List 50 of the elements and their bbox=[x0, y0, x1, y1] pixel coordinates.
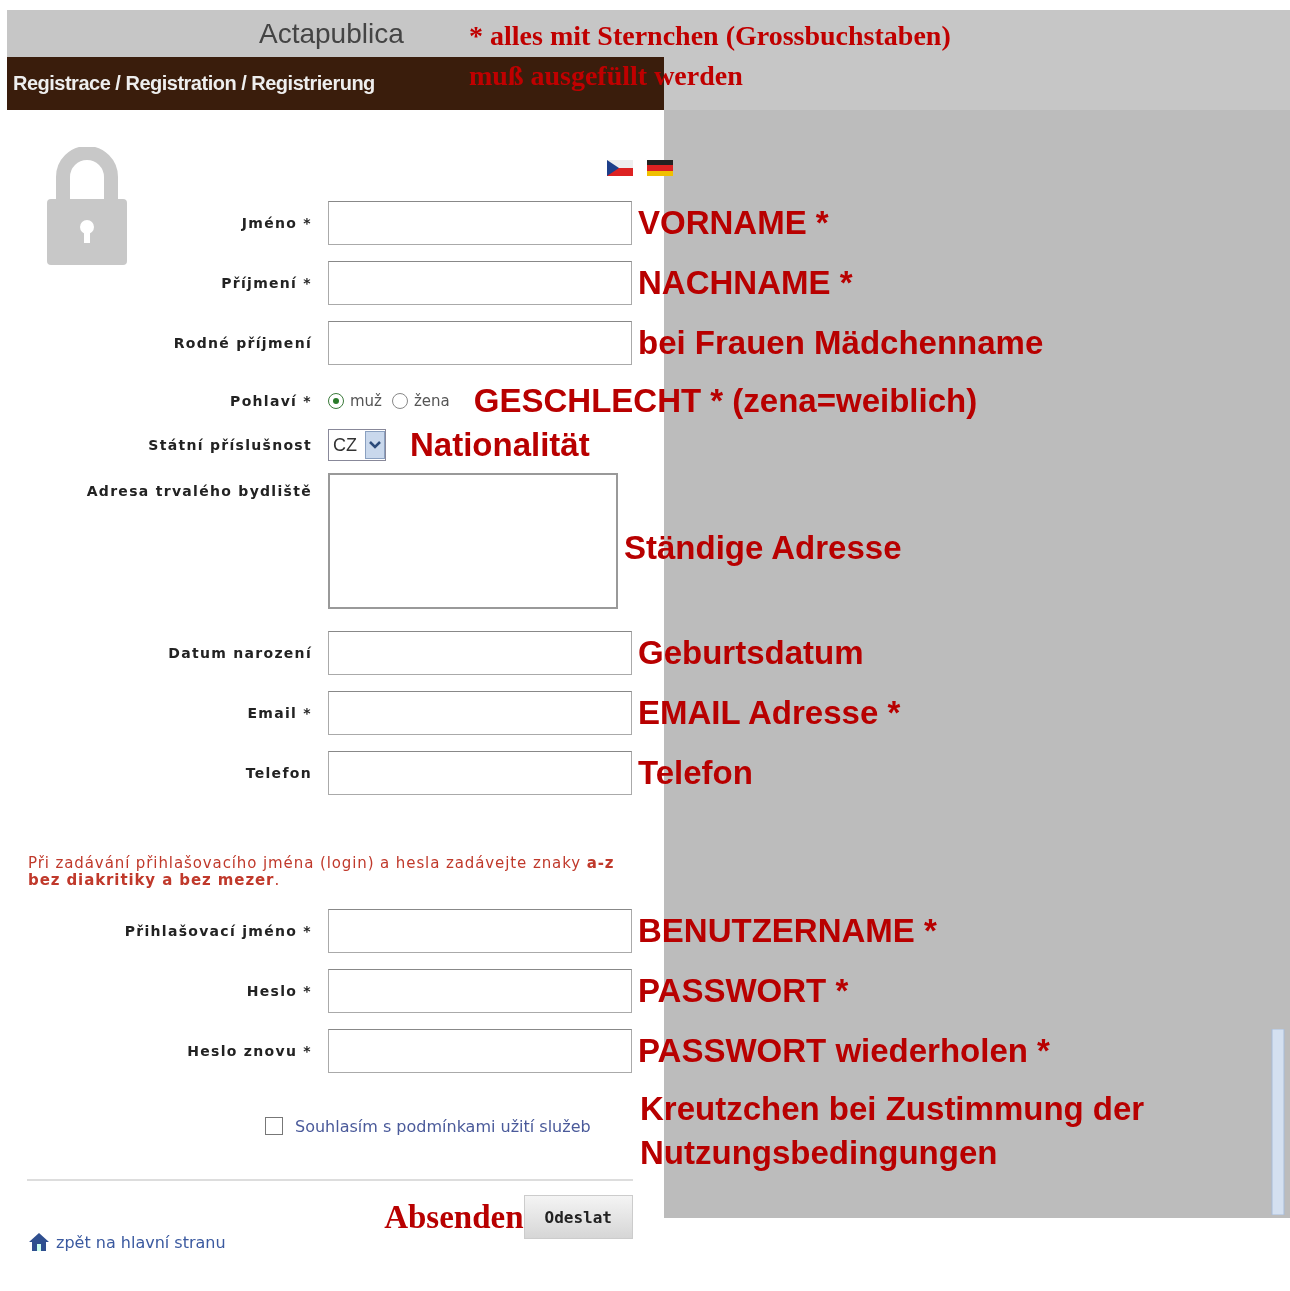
annotation-text: Ständige Adresse bbox=[624, 529, 903, 567]
consent-checkbox[interactable]: Souhlasím s podmínkami užití služeb bbox=[265, 1116, 591, 1136]
annotation-text: PASSWORT wiederholen * bbox=[638, 1032, 1051, 1070]
home-link[interactable]: zpět na hlavní stranu bbox=[28, 1232, 226, 1252]
padlock-icon bbox=[47, 147, 127, 265]
annotation-text: Nationalität bbox=[410, 426, 590, 464]
input-field[interactable] bbox=[328, 261, 632, 305]
annotation-text: GESCHLECHT * (zena=weiblich) bbox=[473, 382, 978, 420]
radio-button[interactable]: muž bbox=[328, 392, 382, 410]
input-field[interactable] bbox=[328, 201, 632, 245]
input-field[interactable] bbox=[328, 691, 632, 735]
annotation-text: Telefon bbox=[638, 754, 754, 792]
annotation-text: Kreutzchen bei Zustimmung der Nutzungsbedingungen bbox=[640, 1089, 1146, 1173]
field-label: Rodné příjmení bbox=[172, 335, 312, 351]
radio-button[interactable]: žena bbox=[392, 392, 450, 410]
annotation-text: PASSWORT * bbox=[638, 972, 850, 1010]
field-label: Pohlaví * bbox=[229, 393, 312, 409]
field-label: Příjmení * bbox=[220, 275, 312, 291]
field-label: Jméno * bbox=[240, 215, 312, 231]
german-flag-icon[interactable] bbox=[647, 160, 673, 176]
annotation-text: Geburtsdatum bbox=[638, 634, 865, 672]
house-icon bbox=[28, 1232, 50, 1252]
field-label: Státní příslušnost bbox=[147, 437, 312, 453]
annotation-text: VORNAME * bbox=[638, 204, 830, 242]
annotation-text: EMAIL Adresse * bbox=[638, 694, 902, 732]
field-label: Adresa trvalého bydliště bbox=[85, 483, 312, 499]
address-field[interactable] bbox=[328, 473, 618, 609]
input-field[interactable] bbox=[328, 969, 632, 1013]
input-field[interactable] bbox=[328, 751, 632, 795]
field-label: Telefon bbox=[244, 765, 312, 781]
input-field[interactable] bbox=[328, 909, 632, 953]
scrollbar[interactable] bbox=[1271, 1029, 1285, 1215]
annotation-text: bei Frauen Mädchenname bbox=[638, 324, 1045, 362]
login-hint: Při zadávání přihlašovacího jména (login) a hesla zadávejte znaky a-z bez diakritiky a bez mezer. bbox=[28, 855, 616, 889]
field-label: Datum narození bbox=[167, 645, 312, 661]
field-label: Email * bbox=[246, 705, 312, 721]
annotation-text: * alles mit Sternchen (Grossbuchstaben) bbox=[469, 19, 951, 53]
input-field[interactable] bbox=[328, 1029, 632, 1073]
submit-button[interactable]: Odeslat bbox=[523, 1195, 633, 1239]
country-dropdown[interactable]: CZ bbox=[328, 429, 386, 461]
annotation-text: Absenden bbox=[384, 1198, 524, 1236]
field-label: Heslo znovu * bbox=[186, 1043, 312, 1059]
site-title: Actapublica bbox=[259, 17, 404, 50]
annotation-text: BENUTZERNAME * bbox=[638, 912, 938, 950]
field-label: Přihlašovací jméno * bbox=[123, 923, 312, 939]
field-label: Heslo * bbox=[245, 983, 312, 999]
input-field[interactable] bbox=[328, 321, 632, 365]
czech-flag-icon[interactable] bbox=[607, 160, 633, 176]
input-field[interactable] bbox=[328, 631, 632, 675]
annotation-text: NACHNAME * bbox=[638, 264, 854, 302]
